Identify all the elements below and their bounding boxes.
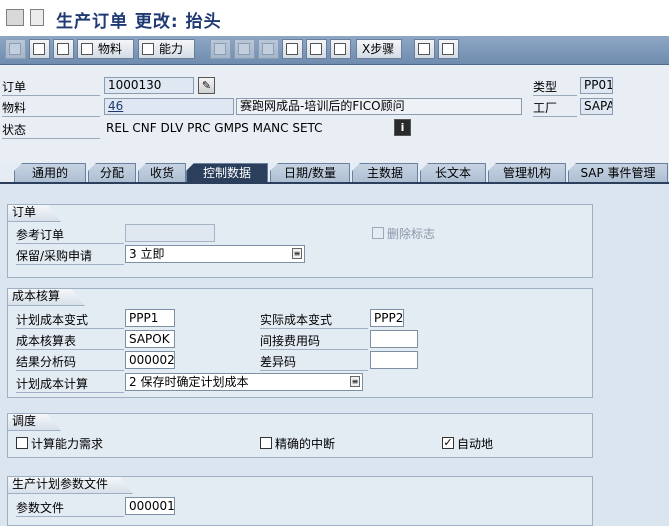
order-label: 订单: [2, 78, 100, 96]
overview-icon: [33, 43, 45, 55]
capacity-icon: [142, 43, 154, 55]
tab-assignment[interactable]: 分配: [88, 163, 136, 182]
variance-key-label: 差异码: [260, 353, 368, 371]
reservation-select[interactable]: 3 立即 ≡: [125, 245, 305, 263]
tab-long-text[interactable]: 长文本: [420, 163, 486, 182]
ref-order-label: 参考订单: [16, 226, 124, 244]
documents-button[interactable]: [330, 39, 351, 59]
tab-master-data[interactable]: 主数据: [352, 163, 418, 182]
costing-group-title: 成本核算: [7, 288, 85, 306]
sequence-icon: [262, 43, 274, 55]
automatic-label: 自动地: [457, 437, 494, 451]
header-toggle-button[interactable]: [5, 39, 26, 59]
actual-variant-input[interactable]: PPP2: [370, 309, 404, 327]
material-icon: [81, 43, 93, 55]
planned-variant-label: 计划成本变式: [16, 311, 124, 329]
hierarchy-icon: [442, 43, 454, 55]
automatic-checkbox[interactable]: ✓: [442, 437, 454, 449]
plan-cost-calc-label: 计划成本计算: [16, 375, 124, 393]
reservation-label: 保留/采购申请: [16, 247, 124, 265]
ra-key-input[interactable]: 000002: [125, 351, 175, 369]
info-icon[interactable]: i: [394, 119, 411, 136]
tab-goods-receipt[interactable]: 收货: [138, 163, 186, 182]
calculator-button[interactable]: [53, 39, 74, 59]
status-value: REL CNF DLV PRC GMPS MANC SETC: [106, 121, 323, 135]
ref-order-input[interactable]: [125, 224, 215, 242]
type-label: 类型: [533, 78, 577, 96]
components-icon: [238, 43, 250, 55]
order-group: 订单 参考订单 删除标志 保留/采购申请 3 立即 ≡: [7, 204, 593, 278]
order-header: 订单 1000130 ✎ 物料 46 赛跑网成品-培训后的FICO顾问 状态 R…: [0, 65, 669, 163]
copy-button[interactable]: [306, 39, 327, 59]
planned-variant-input[interactable]: PPP1: [125, 309, 175, 327]
overhead-key-input[interactable]: [370, 330, 418, 348]
profile-label: 参数文件: [16, 499, 124, 517]
tab-content: 订单 参考订单 删除标志 保留/采购申请 3 立即 ≡ 成本核算 计划成本变式 P…: [0, 184, 669, 526]
capacity-button[interactable]: 能力: [138, 39, 195, 59]
calculator-icon: [57, 43, 69, 55]
capacity-req-checkbox[interactable]: [16, 437, 28, 449]
actual-variant-label: 实际成本变式: [260, 311, 368, 329]
profile-input[interactable]: 000001: [125, 497, 175, 515]
plant-label: 工厂: [533, 99, 577, 117]
header-icon: [9, 43, 21, 55]
tab-general[interactable]: 通用的: [14, 163, 86, 182]
scheduling-group: 调度 计算能力需求 精确的中断 ✓ 自动地: [7, 413, 593, 458]
operations-icon: [214, 43, 226, 55]
dropdown-icon[interactable]: ≡: [350, 376, 360, 387]
costing-group: 成本核算 计划成本变式 PPP1 实际成本变式 PPP2 成本核算表 SAPOK…: [7, 288, 593, 398]
order-type-field: PP01: [580, 77, 613, 94]
profile-group-title: 生产计划参数文件: [7, 476, 133, 494]
profile-group: 生产计划参数文件 参数文件 000001: [7, 476, 593, 526]
plan-cost-calc-select[interactable]: 2 保存时确定计划成本 ≡: [125, 373, 363, 391]
system-menu-icon[interactable]: [6, 9, 24, 26]
overview-button[interactable]: [29, 39, 50, 59]
title-bar: 生产订单 更改: 抬头: [0, 0, 669, 37]
scheduling-group-title: 调度: [7, 413, 61, 431]
order-group-title: 订单: [7, 204, 61, 222]
material-description-field: 赛跑网成品-培训后的FICO顾问: [236, 98, 522, 115]
edit-icon[interactable]: ✎: [198, 77, 215, 94]
ra-key-label: 结果分析码: [16, 353, 124, 371]
prt-button[interactable]: [282, 39, 303, 59]
costing-sheet-input[interactable]: SAPOK: [125, 330, 175, 348]
document-icon[interactable]: [30, 9, 44, 26]
prt-icon: [286, 43, 298, 55]
plant-field: SAPA: [580, 98, 613, 115]
application-toolbar: 物料 能力 X步骤: [0, 36, 669, 65]
dropdown-icon[interactable]: ≡: [292, 248, 302, 259]
overhead-key-label: 间接费用码: [260, 332, 368, 350]
table-view-button[interactable]: [414, 39, 435, 59]
tab-administration[interactable]: 管理机构: [488, 163, 566, 182]
variance-key-input[interactable]: [370, 351, 418, 369]
operations-button[interactable]: [210, 39, 231, 59]
sequence-button[interactable]: [258, 39, 279, 59]
copy-icon: [310, 43, 322, 55]
costing-sheet-label: 成本核算表: [16, 332, 124, 350]
hierarchy-button[interactable]: [438, 39, 459, 59]
tab-sap-event-management[interactable]: SAP 事件管理: [568, 163, 668, 182]
tab-control-data[interactable]: 控制数据: [186, 163, 268, 183]
tab-strip: 通用的 分配 收货 控制数据 日期/数量 主数据 长文本 管理机构 SAP 事件…: [0, 163, 669, 183]
table-icon: [418, 43, 430, 55]
deletion-flag-label: 删除标志: [387, 227, 436, 241]
steps-button[interactable]: X步骤: [356, 39, 402, 59]
material-number-field[interactable]: 46: [104, 98, 234, 115]
capacity-req-label: 计算能力需求: [31, 437, 104, 451]
document-list-icon: [334, 43, 346, 55]
order-number-field[interactable]: 1000130: [104, 77, 194, 94]
deletion-flag-checkbox[interactable]: [372, 227, 384, 239]
material-button[interactable]: 物料: [77, 39, 134, 59]
page-title: 生产订单 更改: 抬头: [56, 12, 222, 32]
tab-dates-quantities[interactable]: 日期/数量: [270, 163, 350, 182]
components-button[interactable]: [234, 39, 255, 59]
material-label: 物料: [2, 99, 100, 117]
exact-break-checkbox[interactable]: [260, 437, 272, 449]
status-label: 状态: [2, 121, 100, 139]
exact-break-label: 精确的中断: [275, 437, 336, 451]
